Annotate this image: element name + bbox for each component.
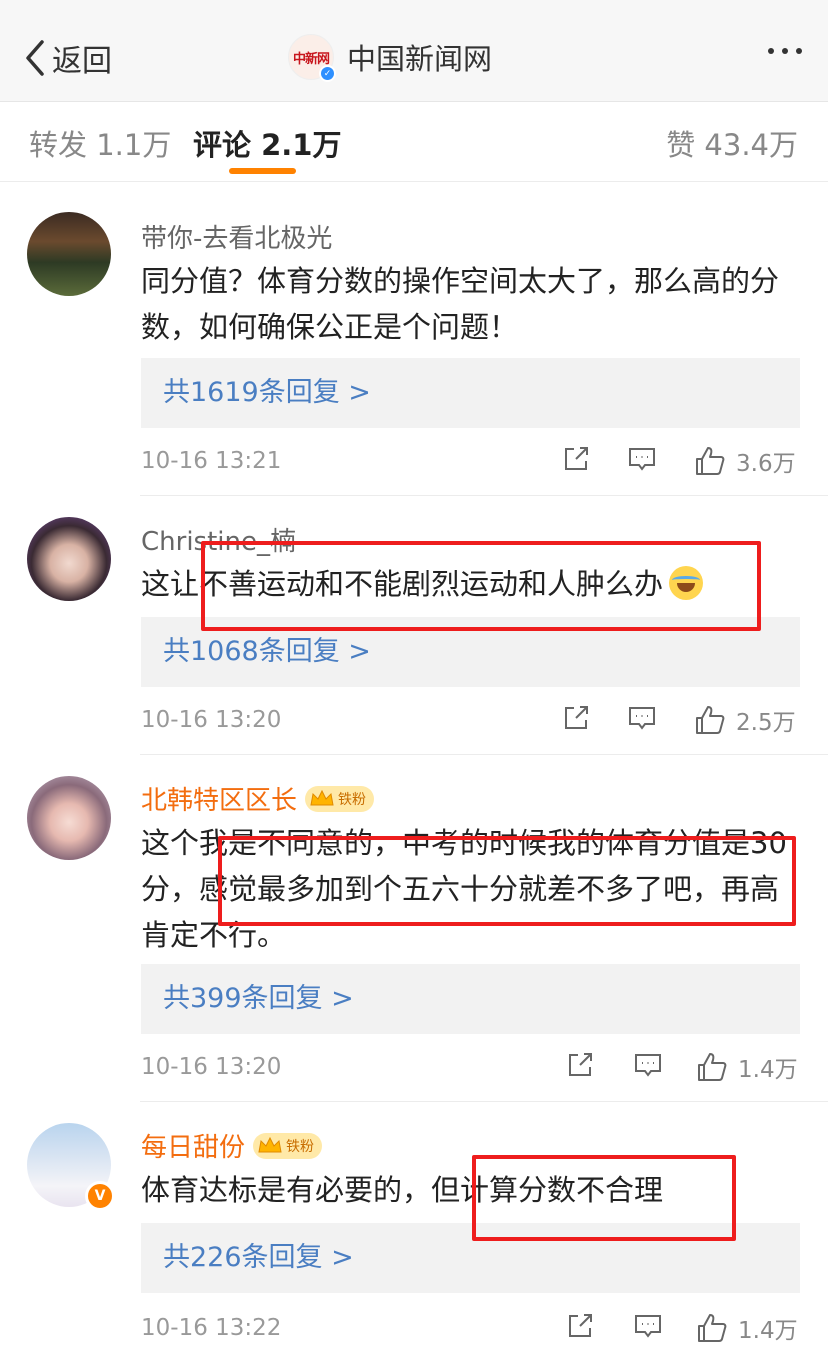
avatar[interactable] — [27, 212, 111, 296]
crown-icon — [258, 1136, 282, 1152]
share-icon[interactable] — [565, 1050, 595, 1080]
tab-comment[interactable]: 评论 2.1万 — [193, 122, 341, 164]
comment-icon[interactable] — [627, 703, 657, 733]
avatar[interactable] — [27, 776, 111, 860]
username[interactable]: 带你-去看北极光 — [141, 218, 332, 255]
fan-badge-label: 铁粉 — [286, 1138, 315, 1155]
like-icon — [698, 1053, 727, 1081]
highlight-box — [472, 1155, 736, 1241]
verified-icon: V — [85, 1181, 115, 1211]
share-icon[interactable] — [561, 444, 591, 474]
comment-text: 同分值？体育分数的操作空间太大了，那么高的分数，如何确保公正是个问题！ — [141, 264, 780, 344]
username-label: 带你-去看北极光 — [141, 224, 333, 254]
like-count: 2.5万 — [736, 710, 796, 736]
comment-meta: 10-16 13:22 1.4万 — [141, 1311, 800, 1351]
divider — [140, 754, 828, 755]
tab-like[interactable]: 赞 43.4万 — [666, 122, 798, 164]
active-tab-indicator — [229, 168, 296, 174]
timestamp: 10-16 13:21 — [141, 448, 282, 474]
crown-icon — [310, 789, 334, 805]
like-icon — [696, 706, 725, 734]
like-icon — [696, 447, 725, 475]
comment-icon[interactable] — [627, 444, 657, 474]
comment-meta: 10-16 13:21 3.6万 — [141, 444, 800, 484]
like-count: 1.4万 — [738, 1057, 798, 1083]
tab-bar: 转发 1.1万 评论 2.1万 赞 43.4万 — [0, 102, 828, 182]
more-icon[interactable] — [768, 48, 802, 54]
fan-badge: 铁粉 — [253, 1132, 323, 1159]
like-button[interactable]: 3.6万 — [694, 444, 796, 478]
back-button[interactable]: 返回 — [22, 36, 112, 80]
replies-link[interactable]: 共1619条回复 > — [141, 358, 800, 428]
share-icon[interactable] — [565, 1311, 595, 1341]
nav-bar: 返回 中新网 ✓ 中国新闻网 — [0, 0, 828, 102]
replies-link[interactable]: 共399条回复 > — [141, 964, 800, 1034]
comment-meta: 10-16 13:20 2.5万 — [141, 703, 800, 743]
like-button[interactable]: 2.5万 — [694, 703, 796, 737]
fan-badge-label: 铁粉 — [338, 791, 367, 808]
like-count: 1.4万 — [738, 1318, 798, 1344]
account-avatar: 中新网 ✓ — [288, 34, 336, 82]
avatar[interactable] — [27, 517, 111, 601]
username[interactable]: 北韩特区区长 铁粉 — [141, 780, 375, 817]
comment-icon[interactable] — [633, 1311, 663, 1341]
like-icon — [698, 1314, 727, 1342]
verified-icon: ✓ — [319, 65, 336, 82]
username-label: 每日甜份 — [141, 1133, 246, 1163]
username-label: 北韩特区区长 — [141, 786, 298, 816]
avatar[interactable]: V — [27, 1123, 115, 1211]
comment-meta: 10-16 13:20 1.4万 — [141, 1050, 800, 1090]
timestamp: 10-16 13:20 — [141, 707, 282, 733]
back-label: 返回 — [52, 44, 112, 79]
share-icon[interactable] — [561, 703, 591, 733]
highlight-box — [201, 541, 761, 631]
comment-item: 带你-去看北极光 同分值？体育分数的操作空间太大了，那么高的分数，如何确保公正是… — [0, 182, 828, 496]
timestamp: 10-16 13:22 — [141, 1315, 282, 1341]
like-button[interactable]: 1.4万 — [696, 1050, 798, 1084]
divider — [140, 1101, 828, 1102]
username[interactable]: 每日甜份 铁粉 — [141, 1127, 323, 1164]
highlight-box — [218, 836, 796, 926]
timestamp: 10-16 13:20 — [141, 1054, 282, 1080]
chevron-left-icon — [26, 40, 44, 76]
account-name: 中国新闻网 — [347, 42, 493, 76]
tab-repost[interactable]: 转发 1.1万 — [29, 122, 171, 164]
fan-badge: 铁粉 — [305, 785, 375, 812]
account-header[interactable]: 中新网 ✓ 中国新闻网 — [288, 34, 493, 82]
divider — [140, 495, 828, 496]
comment-item: 北韩特区区长 铁粉 这个我是不同意的，中考的时候我的体育分值是30分，感觉最多加… — [0, 756, 828, 1102]
like-button[interactable]: 1.4万 — [696, 1311, 798, 1345]
like-count: 3.6万 — [736, 451, 796, 477]
comment-icon[interactable] — [633, 1050, 663, 1080]
account-logo: 中新网 — [292, 51, 330, 67]
